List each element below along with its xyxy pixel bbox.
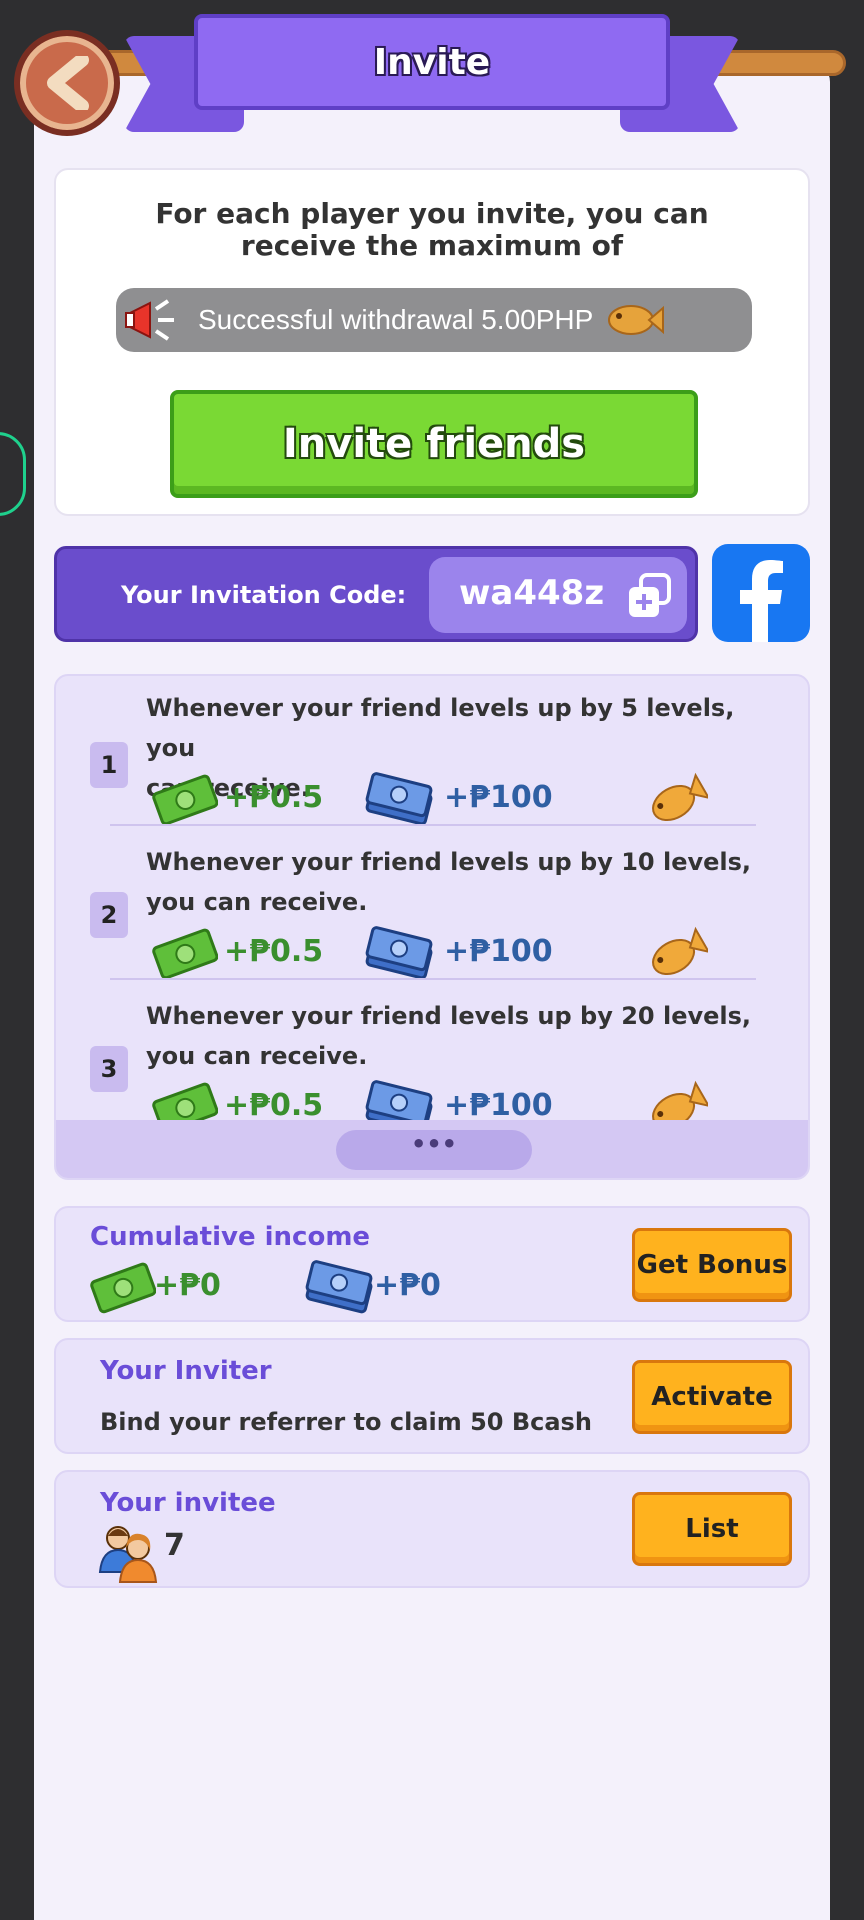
green-cash-icon [152, 774, 218, 826]
inviter-title: Your Inviter [100, 1356, 272, 1386]
facebook-share-button[interactable] [712, 544, 810, 642]
invitee-card: Your invitee 7 List [54, 1470, 810, 1588]
ticker-text: Successful withdrawal 5.00PHP [198, 304, 594, 335]
green-cash-icon [152, 928, 218, 980]
summary-line-2: receive the maximum of [240, 229, 624, 262]
megaphone-icon [125, 299, 174, 341]
invitee-title: Your invitee [100, 1488, 276, 1518]
blue-cash-icon [305, 1260, 373, 1314]
summary-line-1: For each player you invite, you can [155, 197, 709, 230]
reward-line-2: you can receive. [146, 888, 368, 916]
reward-green-amount: +₱0.5 [224, 780, 324, 815]
reward-description: Whenever your friend levels up by 10 lev… [146, 842, 786, 922]
invitation-code-value: wa448z [459, 573, 605, 613]
reward-green-amount: +₱0.5 [224, 934, 324, 969]
cumulative-green-amount: +₱0 [154, 1268, 221, 1303]
get-bonus-button[interactable]: Get Bonus [632, 1228, 792, 1302]
reward-blue-amount: +₱100 [444, 934, 553, 969]
reward-row: 3 Whenever your friend levels up by 20 l… [56, 988, 808, 1142]
invitation-code-label: Your Invitation Code: [121, 581, 407, 609]
reward-items: +₱0.5 +₱100 [152, 926, 712, 986]
reward-blue-amount: +₱100 [444, 780, 553, 815]
header-ribbon: Invite [194, 14, 670, 110]
invitation-code-pill[interactable]: wa448z [429, 557, 687, 633]
reward-items: +₱0.5 +₱100 [152, 772, 712, 832]
reward-row: 1 Whenever your friend levels up by 5 le… [56, 680, 808, 834]
reward-description: Whenever your friend levels up by 20 lev… [146, 996, 786, 1076]
invitee-count: 7 [164, 1528, 185, 1563]
taiyaki-fish-icon [652, 926, 708, 976]
inviter-card: Your Inviter Bind your referrer to claim… [54, 1338, 810, 1454]
taiyaki-fish-icon [608, 305, 665, 335]
invitation-code-bar: Your Invitation Code: wa448z [54, 546, 698, 642]
list-button[interactable]: List [632, 1492, 792, 1566]
side-drawer-handle[interactable] [0, 432, 26, 516]
page-title: Invite [373, 41, 491, 83]
withdrawal-ticker: Successful withdrawal 5.00PHP [116, 288, 752, 352]
invite-friends-button[interactable]: Invite friends [170, 390, 698, 498]
copy-plus-icon[interactable] [625, 571, 675, 621]
reward-line-1: Whenever your friend levels up by 5 leve… [146, 694, 735, 762]
invite-friends-label: Invite friends [282, 421, 586, 467]
reward-line-1: Whenever your friend levels up by 20 lev… [146, 1002, 752, 1030]
reward-row: 2 Whenever your friend levels up by 10 l… [56, 834, 808, 988]
taiyaki-fish-icon [652, 772, 708, 822]
reward-line-2: you can receive. [146, 1042, 368, 1070]
reward-line-1: Whenever your friend levels up by 10 lev… [146, 848, 752, 876]
reward-divider [110, 978, 756, 980]
people-icon [98, 1526, 158, 1583]
more-band: ••• [56, 1120, 808, 1178]
blue-cash-icon [365, 926, 433, 980]
green-cash-icon [90, 1262, 156, 1314]
activate-button[interactable]: Activate [632, 1360, 792, 1434]
reward-index: 3 [90, 1046, 128, 1092]
back-button[interactable] [14, 30, 120, 136]
blue-cash-icon [365, 772, 433, 826]
rewards-card: 1 Whenever your friend levels up by 5 le… [54, 674, 810, 1180]
cumulative-income-title: Cumulative income [90, 1222, 371, 1252]
invite-summary-text: For each player you invite, you can rece… [56, 198, 808, 262]
facebook-icon [740, 560, 783, 642]
reward-green-amount: +₱0.5 [224, 1088, 324, 1123]
reward-blue-amount: +₱100 [444, 1088, 553, 1123]
inviter-description: Bind your referrer to claim 50 Bcash [100, 1408, 592, 1436]
reward-index: 2 [90, 892, 128, 938]
reward-divider [110, 824, 756, 826]
show-more-button[interactable]: ••• [336, 1130, 532, 1170]
cumulative-income-card: Cumulative income +₱0 +₱0 Get Bonus [54, 1206, 810, 1322]
reward-index: 1 [90, 742, 128, 788]
back-arrow-icon [47, 56, 89, 110]
cumulative-blue-amount: +₱0 [374, 1268, 441, 1303]
invite-summary-card: For each player you invite, you can rece… [54, 168, 810, 516]
